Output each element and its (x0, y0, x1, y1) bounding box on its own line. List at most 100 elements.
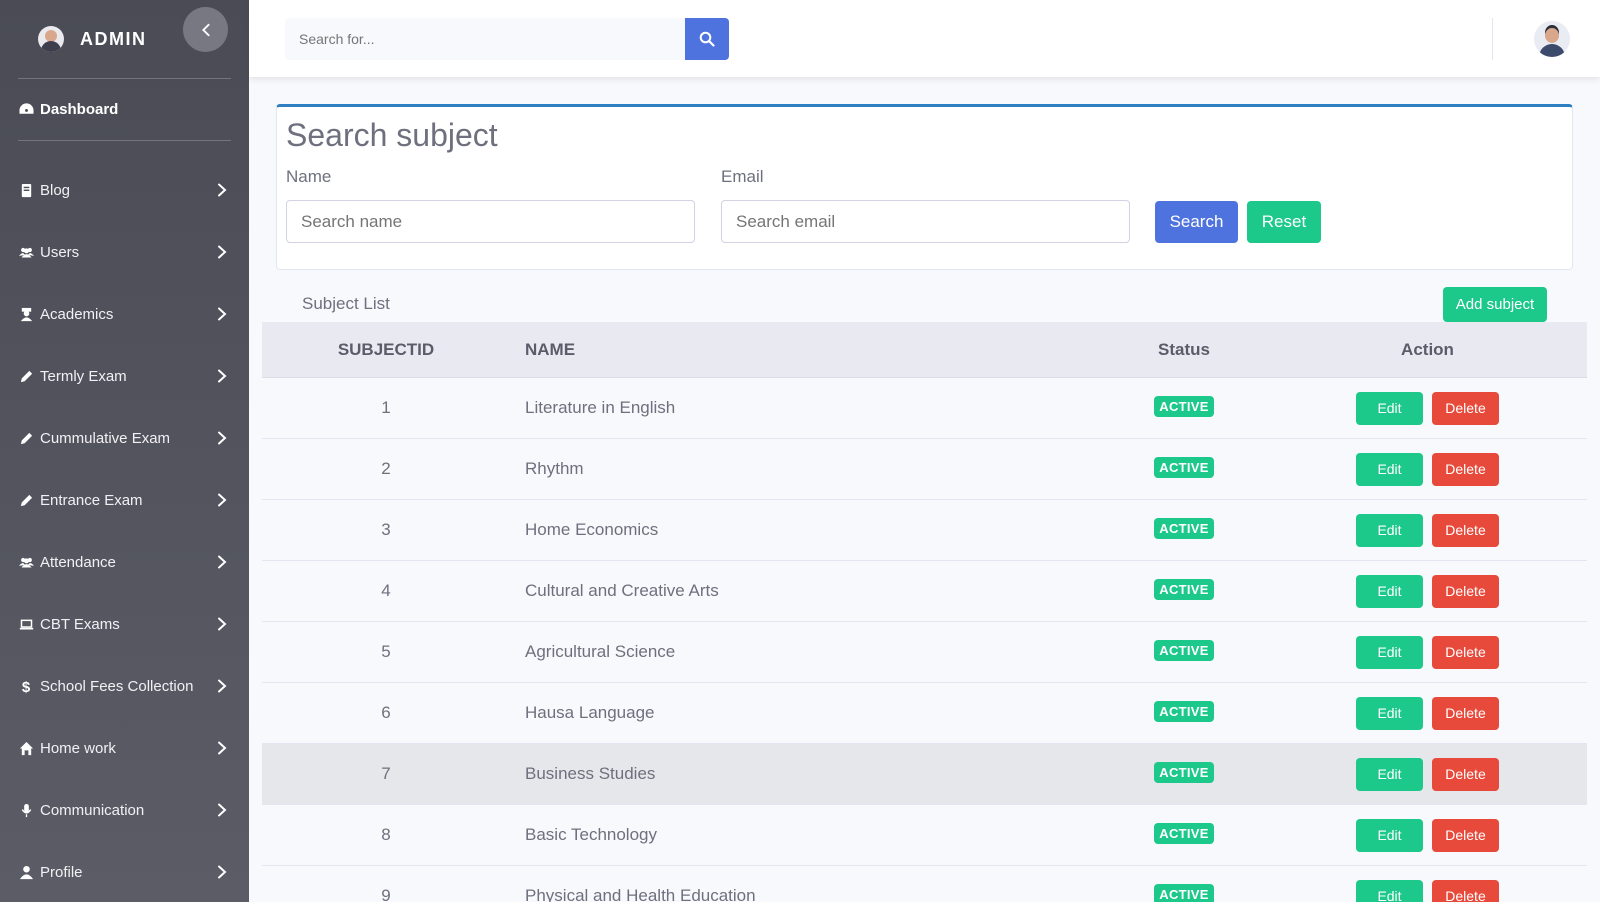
search-email-input[interactable] (721, 200, 1130, 243)
cell-subject-id: 2 (381, 459, 391, 478)
status-badge: ACTIVE (1154, 700, 1214, 722)
delete-button[interactable]: Delete (1432, 452, 1499, 486)
edit-button[interactable]: Edit (1356, 696, 1423, 730)
subject-list-title: Subject List (302, 294, 390, 313)
sidebar-item-label: Attendance (40, 553, 116, 571)
topbar-search-input[interactable] (285, 18, 685, 60)
sidebar-nav-list: Blog Users Academics Termly Exam Cummulative… (0, 159, 249, 902)
edit-button[interactable]: Edit (1356, 757, 1423, 791)
chevron-right-icon (218, 183, 227, 197)
cell-subject-name: Basic Technology (525, 825, 657, 844)
book-icon (18, 182, 34, 198)
user-avatar[interactable] (1534, 21, 1570, 57)
svg-text:$: $ (21, 679, 30, 694)
edit-button[interactable]: Edit (1356, 513, 1423, 547)
status-badge: ACTIVE (1154, 639, 1214, 661)
edit-button[interactable]: Edit (1356, 452, 1423, 486)
cell-subject-name: Literature in English (525, 398, 676, 417)
add-subject-button[interactable]: Add subject (1443, 287, 1547, 322)
sidebar-item-label: Blog (40, 181, 71, 199)
table-row: 6 Hausa Language ACTIVE Edit Delete (262, 683, 1587, 744)
sidebar-item-entrance-exam[interactable]: Entrance Exam (0, 469, 249, 531)
delete-button[interactable]: Delete (1432, 513, 1499, 547)
cell-subject-name: Home Economics (525, 520, 659, 539)
delete-button[interactable]: Delete (1432, 696, 1499, 730)
sidebar-item-academics[interactable]: Academics (0, 283, 249, 345)
edit-button[interactable]: Edit (1356, 391, 1423, 425)
cell-subject-id: 3 (381, 520, 391, 539)
sidebar-item-label: Communication (40, 801, 145, 819)
sidebar-item-attendance[interactable]: Attendance (0, 531, 249, 593)
search-name-input[interactable] (286, 200, 695, 243)
cell-subject-id: 8 (381, 825, 391, 844)
chevron-right-icon (218, 245, 227, 259)
search-button[interactable]: Search (1155, 201, 1238, 243)
cell-status: ACTIVE (1100, 761, 1268, 785)
cell-subject-name: Physical and Health Education (525, 886, 756, 902)
delete-button[interactable]: Delete (1432, 391, 1499, 425)
subject-table: SUBJECTID NAME Status Action 1 Literature… (262, 322, 1587, 902)
sidebar-item-profile[interactable]: Profile (0, 841, 249, 902)
cell-status: ACTIVE (1100, 639, 1268, 663)
cell-subject-id: 1 (381, 398, 391, 417)
sidebar-item-home-work[interactable]: Home work (0, 717, 249, 779)
table-row: 8 Basic Technology ACTIVE Edit Delete (262, 805, 1587, 866)
sidebar-item-label: Termly Exam (40, 367, 127, 385)
table-row: 3 Home Economics ACTIVE Edit Delete (262, 500, 1587, 561)
admin-avatar-icon (38, 26, 64, 52)
sidebar-item-label: Cummulative Exam (40, 429, 171, 447)
brand-title: ADMIN (80, 28, 147, 49)
users-icon (18, 244, 34, 260)
home-icon (18, 740, 34, 756)
sidebar-item-cbt-exams[interactable]: CBT Exams (0, 593, 249, 655)
topbar-divider (1492, 18, 1493, 60)
pencil-icon (18, 430, 34, 446)
chevron-right-icon (218, 431, 227, 445)
edit-button[interactable]: Edit (1356, 635, 1423, 669)
cell-subject-name: Business Studies (525, 764, 656, 783)
microphone-icon (18, 802, 34, 818)
cell-actions: Edit Delete (1268, 757, 1587, 791)
cell-actions: Edit Delete (1268, 574, 1587, 608)
delete-button[interactable]: Delete (1432, 574, 1499, 608)
status-badge: ACTIVE (1154, 517, 1214, 539)
cell-status: ACTIVE (1100, 456, 1268, 480)
cell-actions: Edit Delete (1268, 818, 1587, 852)
delete-button[interactable]: Delete (1432, 757, 1499, 791)
sidebar-item-label: Dashboard (40, 101, 119, 118)
sidebar-item-cummulative-exam[interactable]: Cummulative Exam (0, 407, 249, 469)
cell-subject-name: Hausa Language (525, 703, 655, 722)
pencil-icon (18, 492, 34, 508)
cell-status: ACTIVE (1100, 700, 1268, 724)
sidebar-item-communication[interactable]: Communication (0, 779, 249, 841)
sidebar-item-label: Profile (40, 863, 83, 881)
sidebar-item-dashboard[interactable]: Dashboard (0, 79, 249, 140)
cell-subject-id: 9 (381, 886, 391, 902)
sidebar-item-school-fees-collection[interactable]: $ School Fees Collection (0, 655, 249, 717)
chevron-right-icon (218, 865, 227, 879)
table-row: 1 Literature in English ACTIVE Edit Delete (262, 378, 1587, 439)
cell-subject-name: Cultural and Creative Arts (525, 581, 719, 600)
reset-button[interactable]: Reset (1247, 201, 1321, 243)
delete-button[interactable]: Delete (1432, 818, 1499, 852)
edit-button[interactable]: Edit (1356, 574, 1423, 608)
edit-button[interactable]: Edit (1356, 818, 1423, 852)
sidebar-item-termly-exam[interactable]: Termly Exam (0, 345, 249, 407)
edit-button[interactable]: Edit (1356, 879, 1423, 902)
search-icon (699, 31, 715, 47)
table-row: 2 Rhythm ACTIVE Edit Delete (262, 439, 1587, 500)
sidebar-item-blog[interactable]: Blog (0, 159, 249, 221)
sidebar-item-label: School Fees Collection (40, 677, 194, 695)
sidebar-brand[interactable]: ADMIN (0, 0, 249, 78)
chevron-right-icon (218, 617, 227, 631)
sidebar-toggle-button[interactable] (183, 7, 228, 52)
chevron-right-icon (218, 741, 227, 755)
sidebar: ADMIN Dashboard Blog Users Academics Termly… (0, 0, 249, 902)
delete-button[interactable]: Delete (1432, 879, 1499, 902)
delete-button[interactable]: Delete (1432, 635, 1499, 669)
topbar-search-button[interactable] (685, 18, 729, 60)
cell-actions: Edit Delete (1268, 879, 1587, 902)
sidebar-item-users[interactable]: Users (0, 221, 249, 283)
table-row: 5 Agricultural Science ACTIVE Edit Delete (262, 622, 1587, 683)
status-badge: ACTIVE (1154, 456, 1214, 478)
